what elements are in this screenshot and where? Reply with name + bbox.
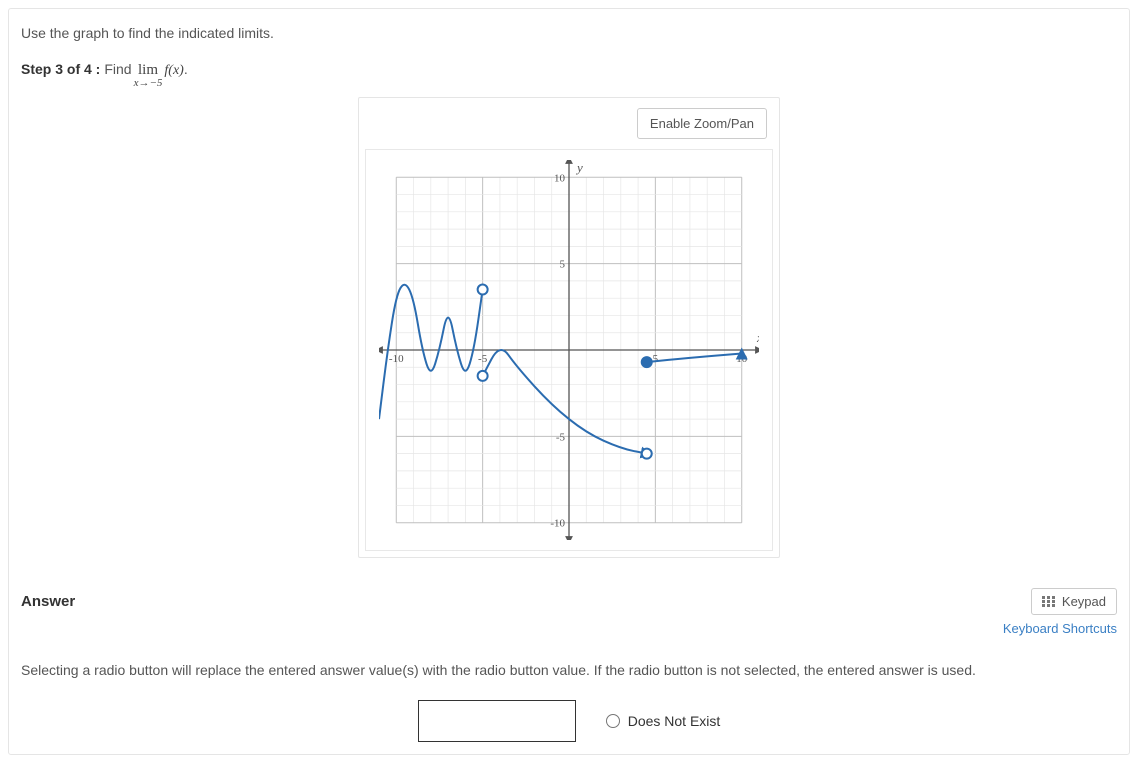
svg-text:x: x (756, 330, 759, 345)
svg-text:y: y (575, 160, 583, 175)
svg-text:5: 5 (653, 353, 659, 365)
period: . (184, 61, 188, 77)
keypad-icon (1042, 596, 1056, 608)
question-panel: Use the graph to find the indicated limi… (8, 8, 1130, 755)
graph-body[interactable]: -10 -10 -5 -5 5 5 10 10 x y (365, 149, 773, 551)
enable-zoom-button[interactable]: Enable Zoom/Pan (637, 108, 767, 139)
dne-radio[interactable] (606, 714, 620, 728)
dne-label: Does Not Exist (628, 713, 721, 729)
chart-svg[interactable]: -10 -10 -5 -5 5 5 10 10 x y (379, 160, 759, 540)
step-row: Step 3 of 4 : Find lim x→−5 f(x) . (17, 61, 1121, 89)
svg-text:5: 5 (560, 259, 566, 271)
step-label: Step 3 of 4 : (21, 61, 100, 77)
find-label: Find (104, 61, 131, 77)
prompt-text: Use the graph to find the indicated limi… (17, 25, 1121, 41)
limit-top: lim (138, 63, 158, 78)
answer-row: Does Not Exist (17, 700, 1121, 742)
keypad-label: Keypad (1062, 594, 1106, 609)
graph-panel: Enable Zoom/Pan -10 -10 -5 -5 5 5 10 10 x y (358, 97, 780, 558)
keyboard-shortcuts-link[interactable]: Keyboard Shortcuts (17, 621, 1121, 636)
answer-header: Answer Keypad (17, 588, 1121, 615)
svg-text:10: 10 (736, 353, 748, 365)
svg-text:-10: -10 (389, 353, 404, 365)
limit-bottom: x→−5 (134, 78, 163, 89)
svg-text:-10: -10 (550, 518, 565, 530)
answer-instructions: Selecting a radio button will replace th… (17, 662, 1121, 678)
svg-text:10: 10 (554, 172, 566, 184)
dne-option[interactable]: Does Not Exist (606, 713, 721, 729)
limit-expression: lim x→−5 (134, 63, 163, 89)
keypad-button[interactable]: Keypad (1031, 588, 1117, 615)
graph-toolbar: Enable Zoom/Pan (365, 104, 773, 149)
svg-text:-5: -5 (478, 353, 488, 365)
answer-input[interactable] (418, 700, 576, 742)
svg-text:-5: -5 (556, 431, 566, 443)
function-fx: f(x) (164, 63, 183, 79)
answer-title: Answer (21, 593, 75, 610)
